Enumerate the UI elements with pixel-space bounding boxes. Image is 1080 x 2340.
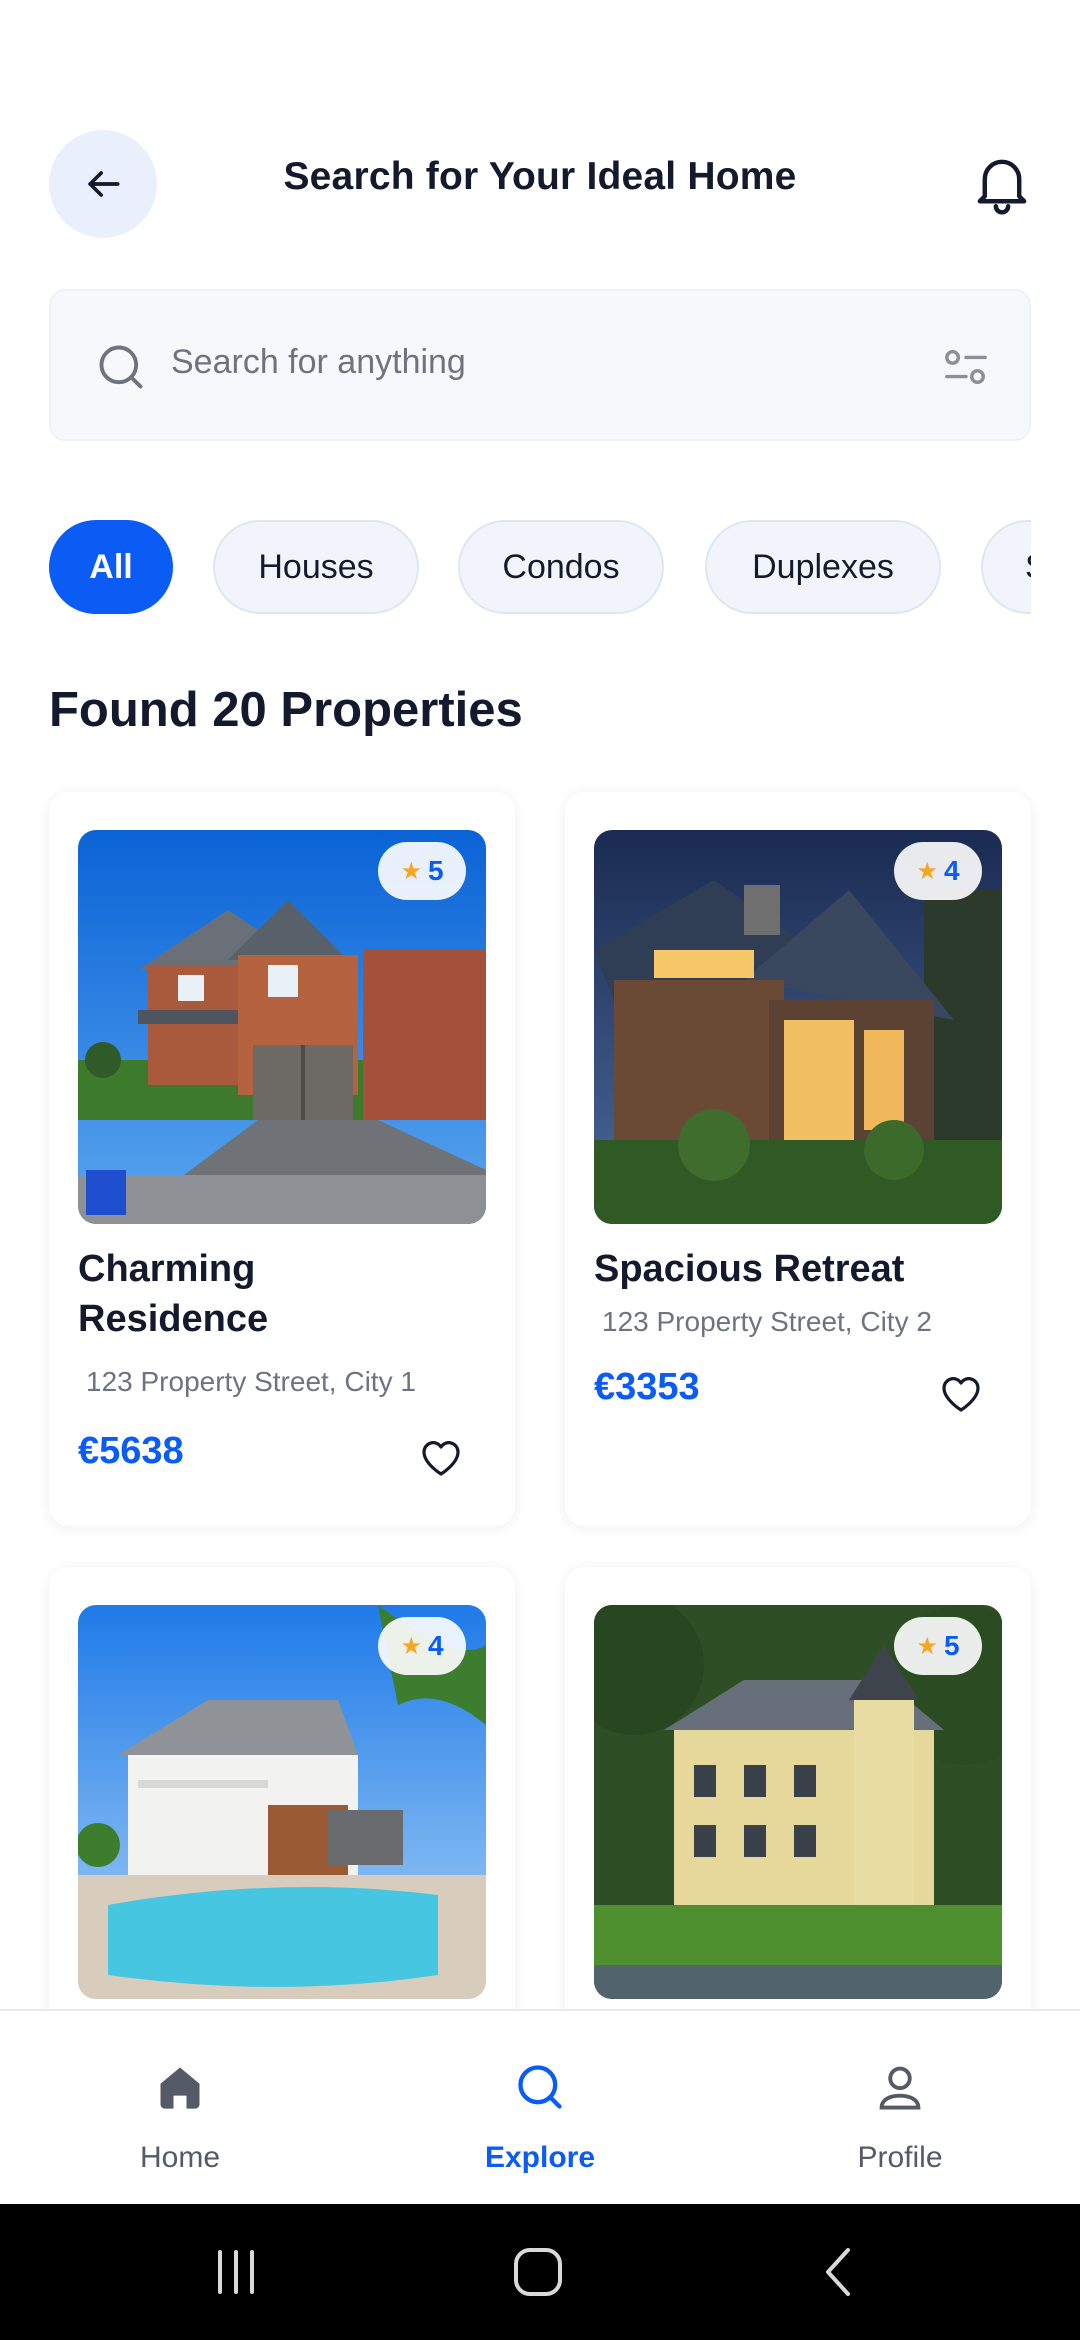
property-name-line-2: Residence	[78, 1298, 269, 1340]
nav-home-label: Home	[139, 2141, 221, 2174]
nav-explore-label: Explore	[484, 2141, 596, 2174]
nav-home[interactable]: Home	[80, 2011, 280, 2206]
system-navigation-bar	[0, 2204, 1080, 2340]
property-photo: ★ 5	[78, 830, 486, 1224]
category-chips: All Houses Condos Duplexes S	[49, 520, 1031, 616]
search-input[interactable]: Search for anything	[49, 289, 1031, 441]
rating-value: 4	[943, 855, 960, 886]
property-address: 123 Property Street, City 1	[86, 1366, 416, 1397]
star-icon: ★	[400, 1632, 422, 1660]
user-icon	[879, 2066, 921, 2110]
recent-apps-icon[interactable]	[206, 2244, 266, 2300]
nav-profile[interactable]: Profile	[800, 2011, 1000, 2206]
chip-condos[interactable]: Condos	[458, 520, 664, 614]
heart-icon[interactable]	[417, 1434, 465, 1478]
property-card[interactable]: ★ 5 Charming Residence 123 Property Stre…	[49, 792, 515, 1526]
property-name: Charming Residence	[78, 1244, 268, 1344]
chip-all[interactable]: All	[49, 520, 173, 614]
sliders-icon[interactable]	[943, 347, 989, 387]
home-system-icon[interactable]	[508, 2244, 568, 2300]
property-card[interactable]: ★ 4	[49, 1567, 515, 2027]
bell-icon	[977, 159, 1027, 215]
rating-badge: ★ 5	[894, 1617, 982, 1675]
chip-houses[interactable]: Houses	[213, 520, 419, 614]
property-address: 123 Property Street, City 2	[602, 1306, 932, 1337]
system-back-icon[interactable]	[810, 2244, 870, 2300]
search-icon	[99, 345, 143, 389]
property-name-line-1: Charming	[78, 1248, 256, 1290]
star-icon: ★	[916, 857, 938, 885]
rating-value: 5	[943, 1630, 960, 1661]
heart-icon[interactable]	[937, 1370, 985, 1414]
nav-explore[interactable]: Explore	[440, 2011, 640, 2206]
search-icon	[518, 2065, 562, 2109]
property-name: Spacious Retreat	[594, 1248, 905, 1290]
chip-duplexes[interactable]: Duplexes	[705, 520, 941, 614]
search-placeholder: Search for anything	[171, 343, 466, 381]
property-photo: ★ 5	[594, 1605, 1002, 1999]
property-price: €5638	[78, 1430, 184, 1472]
star-icon: ★	[400, 857, 422, 885]
home-icon	[160, 2067, 200, 2109]
nav-profile-label: Profile	[857, 2141, 943, 2174]
property-card[interactable]: ★ 5	[565, 1567, 1031, 2027]
bottom-navigation: Home Explore Profile	[0, 2009, 1080, 2204]
property-photo: ★ 4	[78, 1605, 486, 1999]
page-title: Search for Your Ideal Home	[283, 155, 797, 198]
results-count-title: Found 20 Properties	[49, 683, 523, 737]
rating-badge: ★ 5	[378, 842, 466, 900]
rating-value: 4	[427, 1630, 444, 1661]
chip-more[interactable]: S	[981, 520, 1031, 614]
property-card[interactable]: ★ 4 Spacious Retreat 123 Property Street…	[565, 792, 1031, 1526]
property-price: €3353	[594, 1366, 700, 1408]
rating-value: 5	[427, 855, 444, 886]
rating-badge: ★ 4	[378, 1617, 466, 1675]
rating-badge: ★ 4	[894, 842, 982, 900]
star-icon: ★	[916, 1632, 938, 1660]
property-photo: ★ 4	[594, 830, 1002, 1224]
notifications-button[interactable]	[972, 152, 1032, 216]
